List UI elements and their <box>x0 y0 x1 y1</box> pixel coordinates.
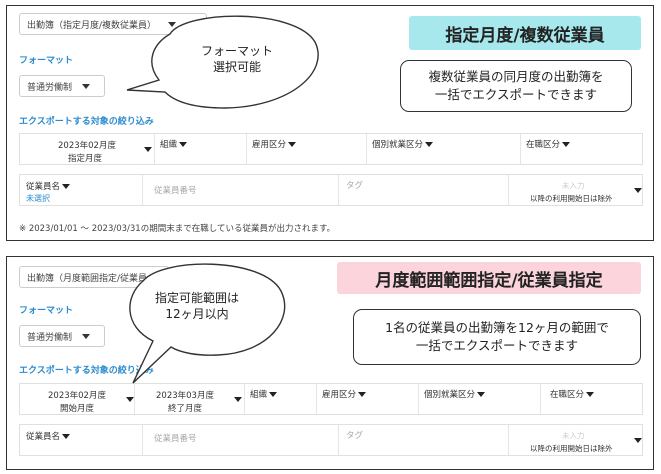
employee-name-value: 未選択 <box>26 194 50 203</box>
individual-work-label: 個別就業区分 <box>424 390 476 400</box>
format-value: 普通労働制 <box>27 332 73 343</box>
employment-type-filter[interactable]: 雇用区分 <box>252 138 362 168</box>
mode-banner: 月度範囲範囲指定/従業員指定 <box>337 262 641 294</box>
divider <box>316 384 317 414</box>
exclude-text: 以降の利用開始日は除外 <box>530 194 613 203</box>
employee-name-label: 従業員名 <box>26 182 61 192</box>
chevron-down-icon <box>358 392 367 397</box>
format-value: 普通労働制 <box>27 82 73 93</box>
start-month-sub-label: 開始月度 <box>60 404 95 414</box>
start-month-value: 2023年02月度 <box>48 391 106 401</box>
not-entered-text: 未入力 <box>562 181 585 190</box>
divider <box>508 175 509 205</box>
description-box: 複数従業員の同月度の出勤簿を 一括でエクスポートできます <box>400 60 632 112</box>
end-month-sub-label: 終了月度 <box>168 404 203 414</box>
chevron-down-icon <box>634 188 642 193</box>
individual-work-label: 個別就業区分 <box>372 140 424 150</box>
chevron-down-icon <box>269 392 278 397</box>
period-note: ※ 2023/01/01 〜 2023/03/31の期間末まで在職している従業員… <box>19 224 336 234</box>
org-filter[interactable]: 組織 <box>160 138 250 168</box>
individual-work-filter[interactable]: 個別就業区分 <box>372 138 502 168</box>
tag-input[interactable]: タグ <box>346 179 363 209</box>
chevron-down-icon <box>234 397 242 402</box>
chevron-down-icon <box>126 397 134 402</box>
employment-type-label: 雇用区分 <box>322 390 357 400</box>
tag-input[interactable]: タグ <box>346 429 363 459</box>
divider <box>142 175 143 205</box>
org-label: 組織 <box>250 390 268 400</box>
not-entered-text: 未入力 <box>562 431 585 440</box>
description-line: 1名の従業員の出勤簿を12ヶ月の範囲で <box>385 320 609 335</box>
export-panel-range: 出勤簿（月度範囲指定/従業員 フォーマット 普通労働制 エクスポートする対象の絞… <box>6 256 654 470</box>
employment-status-filter[interactable]: 在職区分 <box>526 138 636 168</box>
bubble-text: フォーマット 選択可能 <box>177 43 297 75</box>
chevron-down-icon <box>288 142 297 147</box>
chevron-down-icon <box>425 142 434 147</box>
individual-work-filter[interactable]: 個別就業区分 <box>424 388 544 418</box>
filter-section-label: エクスポートする対象の絞り込み <box>19 117 154 127</box>
mode-banner: 指定月度/複数従業員 <box>409 16 641 50</box>
employee-number-input[interactable]: 従業員番号 <box>154 184 197 214</box>
filter-row: 従業員名 未選択 従業員番号 タグ 未入力 以降の利用開始日は除外 <box>19 174 643 206</box>
chevron-down-icon <box>62 184 71 189</box>
description-line: 複数従業員の同月度の出勤簿を <box>428 69 604 84</box>
org-label: 組織 <box>160 140 178 150</box>
chevron-down-icon <box>62 434 71 439</box>
filter-row: 従業員名 従業員番号 タグ 未入力 以降の利用開始日は除外 <box>19 424 643 456</box>
employee-name-label: 従業員名 <box>26 432 61 442</box>
filter-row: 2023年02月度 指定月度 組織 雇用区分 個別就業区分 在職区分 <box>19 133 643 165</box>
format-label: フォーマット <box>19 56 74 66</box>
divider <box>338 175 339 205</box>
employment-type-filter[interactable]: 雇用区分 <box>322 388 418 418</box>
divider <box>366 134 367 164</box>
bubble-line: 12ヶ月以内 <box>165 307 229 321</box>
chevron-down-icon <box>586 392 595 397</box>
export-panel-monthly: 出勤簿（指定月度/複数従業員） フォーマット 普通労働制 エクスポートする対象の… <box>6 5 654 241</box>
divider <box>540 384 541 414</box>
speech-bubble <box>129 263 286 384</box>
employment-status-label: 在職区分 <box>550 390 585 400</box>
employment-status-filter[interactable]: 在職区分 <box>550 388 640 418</box>
description-line: 一括でエクスポートできます <box>415 338 579 353</box>
start-date-exclude-select[interactable]: 未入力 以降の利用開始日は除外 <box>514 425 642 455</box>
chevron-down-icon <box>82 333 91 339</box>
exclude-text: 以降の利用開始日は除外 <box>530 444 613 453</box>
employment-status-label: 在職区分 <box>526 140 561 150</box>
divider <box>154 134 155 164</box>
month-value: 2023年02月度 <box>58 141 116 151</box>
start-date-exclude-select[interactable]: 未入力 以降の利用開始日は除外 <box>514 175 642 205</box>
org-filter[interactable]: 組織 <box>250 388 320 418</box>
employment-type-label: 雇用区分 <box>252 140 287 150</box>
chevron-down-icon <box>562 142 571 147</box>
bubble-text: 指定可能範囲は 12ヶ月以内 <box>142 290 252 322</box>
bubble-line: 選択可能 <box>212 60 261 74</box>
bubble-line: 指定可能範囲は <box>154 291 239 305</box>
divider <box>520 134 521 164</box>
divider <box>246 134 247 164</box>
description-box: 1名の従業員の出勤簿を12ヶ月の範囲で 一括でエクスポートできます <box>353 309 641 365</box>
bubble-line: フォーマット <box>200 44 273 58</box>
divider <box>338 425 339 455</box>
chevron-down-icon <box>179 142 188 147</box>
employee-name-filter[interactable]: 従業員名 <box>26 430 144 460</box>
chevron-down-icon <box>144 147 152 152</box>
format-select[interactable]: 普通労働制 <box>19 75 105 97</box>
divider <box>508 425 509 455</box>
description-line: 一括でエクスポートできます <box>434 87 598 102</box>
employee-name-filter[interactable]: 従業員名 未選択 <box>26 180 144 210</box>
divider <box>142 425 143 455</box>
employee-number-input[interactable]: 従業員番号 <box>154 432 197 462</box>
chevron-down-icon <box>82 83 91 89</box>
divider <box>418 384 419 414</box>
chevron-down-icon <box>477 392 486 397</box>
format-label: フォーマット <box>19 306 74 316</box>
month-select[interactable]: 2023年02月度 指定月度 <box>20 134 154 164</box>
format-select[interactable]: 普通労働制 <box>19 325 105 347</box>
month-sub-label: 指定月度 <box>68 154 103 164</box>
chevron-down-icon <box>634 438 642 443</box>
